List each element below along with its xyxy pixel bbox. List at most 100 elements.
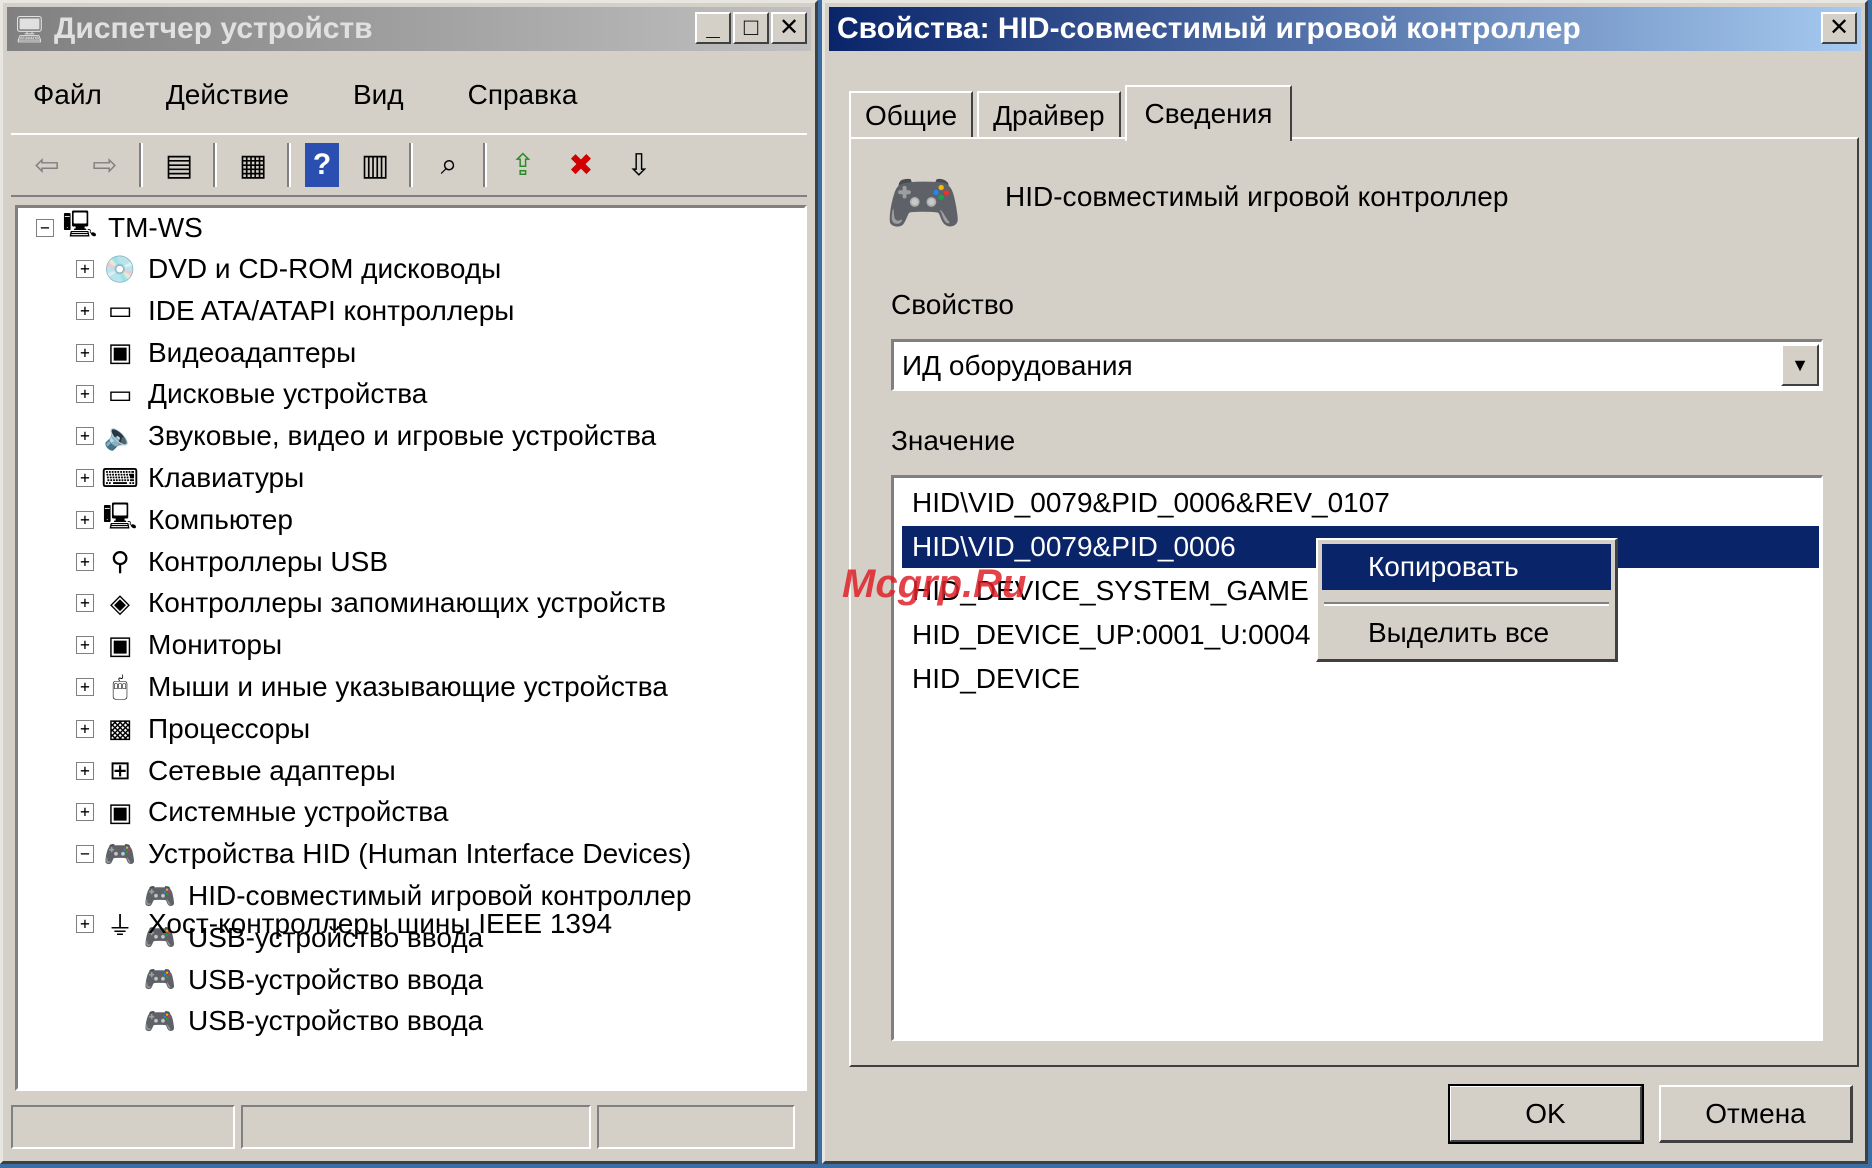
tree-category[interactable]: + ▩ Процессоры [76, 709, 310, 749]
tree-hid-device-label: USB-устройство ввода [188, 1005, 484, 1037]
cdrom-icon: 💿 [103, 253, 137, 284]
tab-driver[interactable]: Драйвер [977, 91, 1121, 139]
network-icon: ⊞ [109, 755, 131, 786]
expand-icon[interactable]: + [76, 510, 94, 529]
expand-icon[interactable]: + [76, 636, 94, 655]
collapse-icon[interactable]: − [36, 219, 54, 237]
menu-view[interactable]: Вид [353, 79, 404, 111]
status-bar [11, 1105, 807, 1153]
value-item[interactable]: HID\VID_0079&PID_0006&REV_0107 [902, 482, 1819, 524]
tree-category[interactable]: + ◈ Контроллеры запоминающих устройств [76, 583, 666, 623]
tree-category[interactable]: + ▣ Видеоадаптеры [76, 333, 356, 373]
display-adapter-icon: ▣ [107, 337, 133, 368]
device-manager-title: Диспетчер устройств [54, 12, 373, 45]
monitor-icon: ▣ [107, 629, 133, 660]
value-item[interactable]: HID_DEVICE [902, 658, 1819, 700]
tree-category[interactable]: + ⊞ Сетевые адаптеры [76, 751, 396, 791]
tree-category-label: Мониторы [148, 629, 283, 661]
status-pane [241, 1105, 591, 1149]
expand-icon[interactable]: + [76, 803, 94, 822]
tree-hid-device[interactable]: 🎮 USB-устройство ввода [142, 960, 483, 1000]
watermark: Mcgrp.Ru [842, 562, 1027, 606]
close-button[interactable]: ✕ [1821, 12, 1857, 44]
tree-category-label: Системные устройства [148, 796, 449, 828]
storage-icon: ◈ [110, 587, 130, 618]
forward-icon[interactable]: ⇨ [83, 143, 127, 187]
properties-titlebar[interactable]: Свойства: HID-совместимый игровой контро… [829, 7, 1861, 51]
tree-category[interactable]: + ⌨ Клавиатуры [76, 458, 304, 498]
tree-category[interactable]: + 🖱 Мыши и иные указывающие устройства [76, 667, 668, 707]
close-button[interactable]: ✕ [771, 12, 807, 44]
uninstall-icon[interactable]: ✖ [559, 143, 603, 187]
usb-icon: ⚲ [110, 546, 130, 577]
expand-icon[interactable]: + [76, 761, 94, 780]
expand-icon[interactable]: + [76, 301, 94, 320]
minimize-button[interactable]: _ [695, 12, 731, 44]
properties-icon[interactable]: ▦ [231, 143, 275, 187]
menu-help[interactable]: Справка [468, 79, 578, 111]
expand-icon[interactable]: + [76, 915, 94, 933]
menu-item-copy[interactable]: Копировать [1322, 544, 1611, 590]
tree-category[interactable]: + ▣ Мониторы [76, 625, 282, 665]
expand-icon[interactable]: + [76, 469, 94, 487]
ieee1394-icon: ⏚ [106, 910, 133, 941]
disable-device-icon[interactable]: ⇩ [617, 143, 661, 187]
tree-category-label: Компьютер [148, 503, 293, 535]
expand-icon[interactable]: + [76, 552, 94, 571]
scan-hardware-icon[interactable]: ⌕ [427, 143, 471, 187]
help-icon[interactable]: ? [305, 143, 339, 187]
tree-category-label: Мыши и иные указывающие устройства [148, 671, 668, 702]
back-icon[interactable]: ⇦ [25, 143, 69, 187]
show-hide-tree-icon[interactable]: ▤ [157, 143, 201, 187]
tree-category[interactable]: + 💿 DVD и CD-ROM дисководы [76, 249, 501, 289]
view-icon[interactable]: ▥ [353, 143, 397, 187]
tree-root[interactable]: − 🖳 TM-WS [36, 208, 203, 248]
device-tree[interactable]: − 🖳 TM-WS + 💿 DVD и CD-ROM дисководы + ▭ IDE … [15, 205, 807, 1091]
tree-category[interactable]: + ▣ Системные устройства [76, 792, 448, 832]
menu-separator [1324, 602, 1609, 606]
tree-category-label: Дисковые устройства [148, 378, 428, 410]
tree-category[interactable]: + ⚲ Контроллеры USB [76, 542, 388, 582]
hid-icon: 🎮 [103, 838, 137, 869]
cancel-button[interactable]: Отмена [1659, 1085, 1853, 1143]
expand-icon[interactable]: + [76, 260, 94, 278]
tree-category[interactable]: − 🎮 Устройства HID (Human Interface Device… [76, 834, 691, 874]
device-name: HID-совместимый игровой контроллер [1005, 181, 1509, 212]
dropdown-arrow-icon[interactable]: ▼ [1781, 344, 1819, 386]
maximize-button[interactable]: □ [733, 12, 769, 44]
tree-hid-device[interactable]: 🎮 USB-устройство ввода [142, 1001, 483, 1041]
menu-item-select-all[interactable]: Выделить все [1322, 610, 1611, 656]
tree-category-label: Видеоадаптеры [148, 336, 357, 368]
update-driver-icon[interactable]: ⇪ [501, 143, 545, 187]
device-manager-titlebar[interactable]: 🖥 Диспетчер устройств _ □ ✕ [7, 7, 811, 51]
tree-category[interactable]: + 🔈 Звуковые, видео и игровые устройства [76, 416, 656, 456]
expand-icon[interactable]: + [76, 719, 94, 738]
property-select[interactable]: ИД оборудования ▼ [891, 339, 1823, 391]
expand-icon[interactable]: + [76, 678, 94, 696]
toolbar-separator [287, 143, 291, 187]
computer-icon: 🖳 [102, 500, 138, 531]
tab-details[interactable]: Сведения [1124, 85, 1293, 141]
toolbar-separator [483, 143, 487, 187]
tree-category[interactable]: + ▭ Дисковые устройства [76, 374, 427, 414]
expand-icon[interactable]: + [76, 343, 94, 362]
tree-category[interactable]: + ▭ IDE ATA/ATAPI контроллеры [76, 291, 514, 331]
hid-device-icon: 🎮 [143, 964, 177, 995]
collapse-icon[interactable]: − [76, 845, 94, 864]
device-manager-window: 🖥 Диспетчер устройств _ □ ✕ Файл Действи… [0, 0, 818, 1164]
value-label: Значение [891, 425, 1016, 456]
ok-button[interactable]: OK [1448, 1084, 1644, 1144]
device-manager-app-icon: 🖥 [13, 13, 47, 44]
tree-category[interactable]: + 🖳 Компьютер [76, 500, 293, 540]
tree-category-label: DVD и CD-ROM дисководы [148, 253, 502, 284]
computer-icon: 🖳 [62, 209, 98, 239]
expand-icon[interactable]: + [76, 594, 94, 613]
expand-icon[interactable]: + [76, 385, 94, 404]
tree-category-label: Контроллеры запоминающих устройств [148, 587, 666, 619]
speaker-icon: 🔈 [103, 420, 137, 451]
menu-action[interactable]: Действие [166, 79, 289, 111]
tree-item-ieee1394[interactable]: + ⏚ Хост-контроллеры шины IEEE 1394 [76, 904, 612, 944]
menu-file[interactable]: Файл [33, 79, 102, 111]
tab-general[interactable]: Общие [849, 91, 974, 139]
expand-icon[interactable]: + [76, 427, 94, 446]
